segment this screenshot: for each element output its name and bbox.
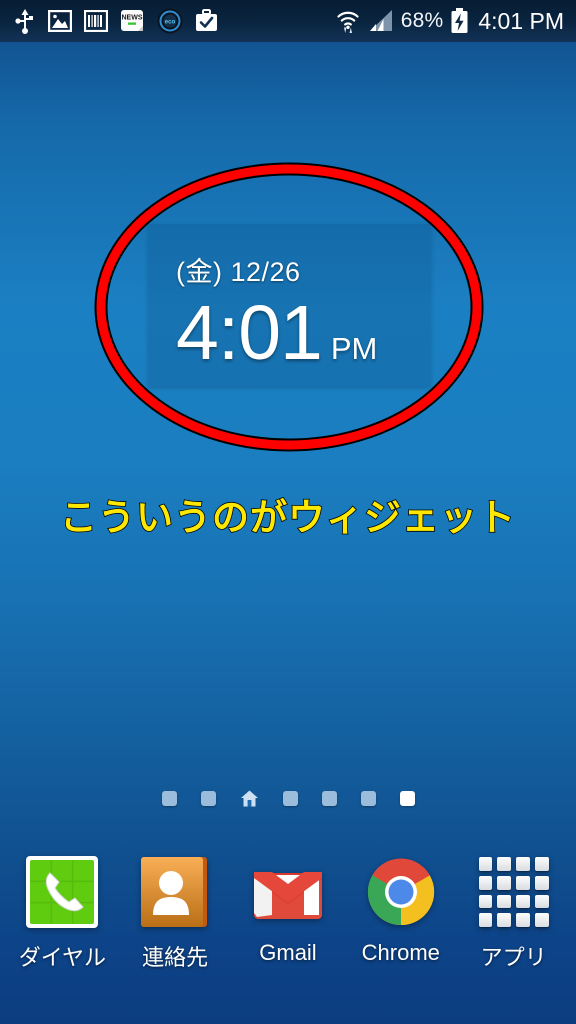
apps-cell bbox=[534, 894, 549, 909]
dock: ダイヤル 連絡先 Gmail Chrome アプリ bbox=[0, 855, 576, 1000]
apps-cell bbox=[534, 913, 549, 927]
home-page-icon[interactable] bbox=[240, 789, 259, 808]
dock-item-gmail[interactable]: Gmail bbox=[236, 855, 340, 966]
dock-item-contacts[interactable]: 連絡先 bbox=[123, 855, 227, 972]
page-dot-7-active[interactable] bbox=[399, 791, 415, 806]
page-dot-2[interactable] bbox=[200, 791, 216, 806]
battery-charging-icon bbox=[450, 8, 469, 34]
usb-icon bbox=[14, 8, 36, 34]
apps-cell bbox=[516, 857, 530, 871]
apps-cell bbox=[534, 857, 549, 871]
widget-ampm-label: PM bbox=[330, 331, 378, 366]
widget-date-label: (金) 12/26 bbox=[176, 257, 301, 287]
apps-cell bbox=[534, 875, 549, 890]
signal-bars-icon bbox=[368, 9, 394, 33]
page-dot-5[interactable] bbox=[321, 791, 337, 806]
dock-label-dialer: ダイヤル bbox=[18, 945, 107, 970]
dock-item-apps[interactable]: アプリ bbox=[462, 855, 566, 972]
gmail-icon[interactable] bbox=[251, 855, 325, 929]
widget-time-row: 4:01 PM bbox=[176, 295, 431, 372]
apps-cell bbox=[478, 894, 493, 909]
eco-icon: eco bbox=[157, 8, 183, 34]
apps-cell bbox=[478, 875, 493, 890]
apps-cell bbox=[497, 857, 512, 871]
apps-cell bbox=[497, 913, 512, 927]
page-indicator[interactable] bbox=[0, 789, 576, 808]
apps-cell bbox=[516, 894, 530, 909]
battery-percent-label: 68% bbox=[400, 9, 444, 32]
chrome-icon[interactable] bbox=[364, 855, 438, 929]
svg-text:eco: eco bbox=[165, 19, 176, 26]
status-bar-system-icons: 68% 4:01 PM bbox=[335, 8, 564, 35]
apps-cell bbox=[516, 875, 530, 890]
wifi-icon bbox=[335, 8, 361, 34]
clock-widget[interactable]: (金) 12/26 4:01 PM bbox=[148, 224, 431, 386]
news-icon: NEWS bbox=[120, 9, 145, 34]
status-bar[interactable]: NEWS eco 68% 4:01 PM bbox=[0, 0, 576, 42]
status-bar-notification-icons: NEWS eco bbox=[14, 8, 335, 34]
svg-text:NEWS: NEWS bbox=[122, 14, 143, 21]
barcode-icon bbox=[83, 9, 109, 33]
dock-label-contacts: 連絡先 bbox=[142, 945, 209, 970]
annotation-caption: こういうのがウィジェット bbox=[59, 496, 516, 539]
dock-label-chrome: Chrome bbox=[361, 940, 440, 965]
image-icon bbox=[47, 9, 73, 33]
apps-cell bbox=[478, 913, 493, 927]
status-bar-clock: 4:01 PM bbox=[478, 7, 564, 34]
widget-time-label: 4:01 bbox=[176, 290, 323, 376]
page-dot-4[interactable] bbox=[282, 791, 298, 806]
home-screen: NEWS eco 68% 4:01 PM (金) 12/26 4:01 PM こ… bbox=[0, 0, 576, 1024]
dock-item-dialer[interactable]: ダイヤル bbox=[10, 855, 114, 972]
apps-cell bbox=[516, 913, 530, 927]
apps-cell bbox=[478, 857, 493, 871]
dock-label-apps: アプリ bbox=[480, 945, 547, 970]
contacts-icon[interactable] bbox=[138, 855, 212, 929]
apps-cell bbox=[497, 875, 512, 890]
dock-label-gmail: Gmail bbox=[259, 940, 317, 965]
dock-item-chrome[interactable]: Chrome bbox=[349, 855, 453, 966]
apps-cell bbox=[497, 894, 512, 909]
apps-grid-icon[interactable] bbox=[477, 855, 551, 929]
phone-icon[interactable] bbox=[25, 855, 99, 929]
briefcase-check-icon bbox=[195, 9, 218, 33]
page-dot-6[interactable] bbox=[360, 791, 376, 806]
page-dot-1[interactable] bbox=[161, 791, 177, 806]
